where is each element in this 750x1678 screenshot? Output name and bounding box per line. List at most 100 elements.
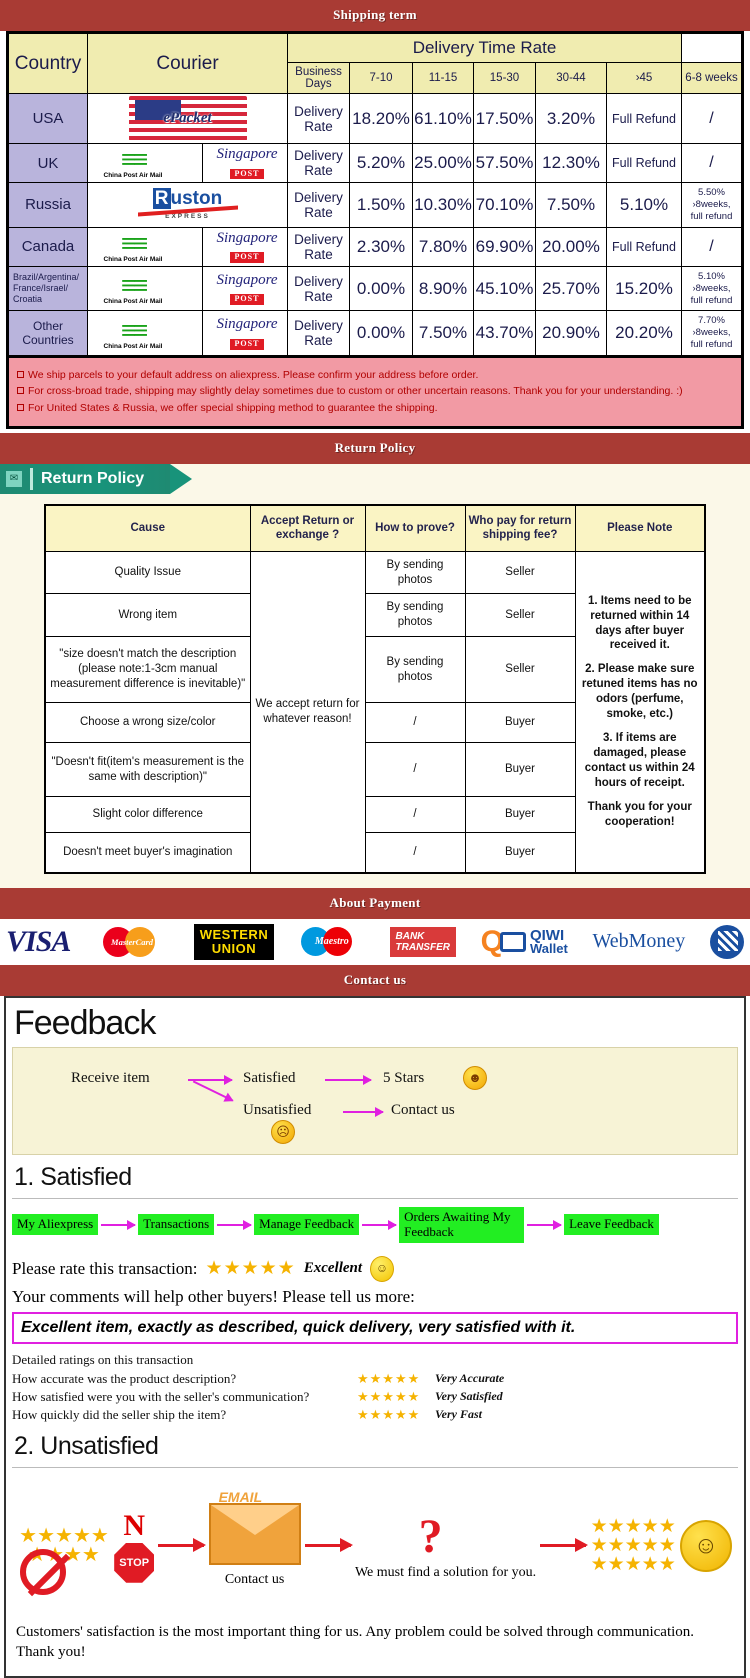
mastercard-logo-icon: MasterCard — [95, 923, 169, 961]
cell-rate-30-44: 20.90% — [535, 310, 607, 358]
step-leave-feedback[interactable]: Leave Feedback — [564, 1214, 659, 1236]
shipping-header-row-1: Country Courier Delivery Time Rate — [7, 32, 743, 94]
envelope-icon — [208, 1502, 301, 1565]
shipping-note-1: We ship parcels to your default address … — [17, 367, 733, 383]
cell-who-pays: Seller — [464, 593, 576, 638]
detailed-stars-3[interactable]: ★★★★★ — [357, 1407, 435, 1423]
cell-country: Canada — [7, 226, 88, 267]
cell-rate-over-45: 5.10% — [605, 182, 683, 228]
no-stars-graphic: ★★★★★ ★★★★ — [18, 1526, 110, 1595]
please-note-4: Thank you for your cooperation! — [587, 800, 692, 828]
cell-accept-return: We accept return for whatever reason! — [249, 550, 366, 874]
cell-cause: Doesn't meet buyer's imagination — [44, 832, 251, 874]
solution-graphic: ? We must find a solution for you. — [355, 1509, 536, 1582]
shipping-note-3: For United States & Russia, we offer spe… — [17, 400, 733, 416]
cell-rate-15-30: 43.70% — [473, 310, 536, 358]
cell-courier-singapore-post: Singapore POST — [202, 310, 288, 358]
comment-textbox[interactable]: Excellent item, exactly as described, qu… — [12, 1311, 738, 1344]
checkbox-icon — [17, 371, 24, 379]
cell-rate-label: Delivery Rate — [287, 226, 350, 267]
flow-arrow-3 — [343, 1106, 384, 1117]
cell-courier: Ruston EXPRESS — [87, 182, 288, 228]
satisfied-steps: My Aliexpress Transactions Manage Feedba… — [12, 1203, 738, 1253]
cell-prove: By sending photos — [364, 593, 466, 638]
cell-country: UK — [7, 142, 88, 184]
detailed-stars-1[interactable]: ★★★★★ — [357, 1371, 435, 1387]
step-arrow-icon — [101, 1219, 137, 1230]
tag-arrow-icon — [170, 463, 193, 494]
cell-rate-11-15: 10.30% — [412, 182, 474, 228]
western-union-line2: UNION — [211, 940, 257, 956]
cell-rate-label: Delivery Rate — [287, 310, 350, 358]
cell-rate-6-8-weeks: 5.50% ›8weeks, full refund — [681, 182, 743, 228]
detailed-value-1: Very Accurate — [435, 1371, 505, 1386]
cell-rate-7-10: 18.20% — [349, 93, 413, 144]
western-union-logo-icon: WESTERN UNION — [193, 923, 275, 961]
return-policy-tag: ✉ Return Policy — [0, 463, 750, 494]
cell-rate-6-8-weeks: / — [681, 142, 743, 184]
detailed-rating-row: How satisfied were you with the seller's… — [12, 1388, 738, 1406]
maestro-label: Maestro — [314, 936, 349, 948]
unsat-arrow-icon — [304, 1538, 353, 1553]
cell-country: Other Countries — [7, 310, 88, 358]
table-row: USA ePacket Delivery Rate 18.20% 61.10% … — [7, 93, 743, 144]
cell-rate-30-44: 7.50% — [535, 182, 607, 228]
cell-rate-label: Delivery Rate — [287, 93, 350, 144]
header-who-pays: Who pay for return shipping fee? — [464, 504, 576, 552]
detailed-stars-2[interactable]: ★★★★★ — [357, 1389, 435, 1405]
infographic-page: Shipping term Country Courier Delivery T… — [0, 0, 750, 1678]
china-post-air-mail-logo-icon: ≡≡ China Post Air Mail — [103, 314, 163, 350]
detailed-value-2: Very Satisfied — [435, 1389, 503, 1404]
return-policy-section: ✉ Return Policy Cause Accept Return or e… — [0, 463, 750, 888]
header-please-note: Please Note — [574, 504, 706, 552]
shipping-table: Country Courier Delivery Time Rate Busin… — [6, 31, 744, 359]
detailed-ratings-heading: Detailed ratings on this transaction — [12, 1351, 194, 1367]
detailed-question-1: How accurate was the product description… — [12, 1370, 237, 1386]
ruston-express-logo-icon: Ruston EXPRESS — [123, 188, 253, 221]
rating-word: Excellent — [303, 1260, 363, 1277]
step-my-aliexpress[interactable]: My Aliexpress — [12, 1214, 99, 1236]
contact-us-banner: Contact us — [0, 964, 750, 996]
cell-rate-30-44: 3.20% — [535, 93, 607, 144]
rating-stars[interactable]: ★★★★★ — [206, 1257, 296, 1280]
cell-cause: Wrong item — [44, 593, 251, 638]
rate-prompt: Please rate this transaction: — [12, 1258, 198, 1278]
cell-prove: / — [364, 796, 466, 834]
flow-contact-us: Contact us — [391, 1101, 455, 1118]
mastercard-label: MasterCard — [111, 936, 154, 947]
divider — [12, 1466, 738, 1468]
table-row: Canada ≡≡ China Post Air Mail Singapore PO… — [7, 226, 743, 267]
cell-rate-7-10: 2.30% — [349, 226, 413, 267]
shipping-term-banner: Shipping term — [0, 0, 750, 31]
detailed-question-2: How satisfied were you with the seller's… — [12, 1388, 310, 1404]
unsatisfied-heading: 2. Unsatisfied — [14, 1431, 159, 1460]
cell-rate-7-10: 1.50% — [349, 182, 413, 228]
cell-who-pays: Seller — [464, 550, 576, 595]
cell-cause: Choose a wrong size/color — [44, 702, 251, 744]
closing-message: Customers' satisfaction is the most impo… — [16, 1623, 695, 1660]
cell-rate-15-30: 69.90% — [473, 226, 536, 267]
cell-country: USA — [7, 93, 88, 144]
unsat-arrow-icon — [158, 1538, 207, 1553]
comment-prompt: Your comments will help other buyers! Pl… — [12, 1286, 415, 1306]
flow-receive-item: Receive item — [71, 1069, 150, 1086]
five-star-stack: ★★★★★ ★★★★★ ★★★★★ — [590, 1516, 676, 1576]
china-post-air-mail-logo-icon: ≡≡ China Post Air Mail — [103, 228, 163, 264]
payment-methods-row: VISA MasterCard WESTERN UNION Maestro BA… — [0, 918, 750, 965]
contact-us-caption: Contact us — [224, 1571, 285, 1587]
cell-prove: / — [364, 742, 466, 798]
singapore-post-logo-icon: Singapore POST — [216, 146, 278, 180]
bank-transfer-logo-icon: BANK TRANSFER — [389, 923, 456, 961]
step-arrow-icon — [217, 1219, 253, 1230]
unsatisfied-flow: ★★★★★ ★★★★ N STOP EMAIL Contact us ? We … — [12, 1472, 738, 1612]
step-orders-awaiting-my-feedback[interactable]: Orders Awaiting My Feedback — [399, 1206, 525, 1243]
step-manage-feedback[interactable]: Manage Feedback — [254, 1214, 360, 1236]
epacket-logo-icon: ePacket — [128, 96, 247, 141]
step-transactions[interactable]: Transactions — [138, 1214, 215, 1236]
satisfied-heading: 1. Satisfied — [14, 1162, 132, 1191]
header-country: Country — [7, 32, 88, 94]
cell-rate-30-44: 20.00% — [535, 226, 607, 267]
maestro-logo-icon: Maestro — [299, 923, 365, 961]
cell-rate-15-30: 70.10% — [473, 182, 536, 228]
cell-cause: "size doesn't match the description (ple… — [44, 636, 251, 704]
